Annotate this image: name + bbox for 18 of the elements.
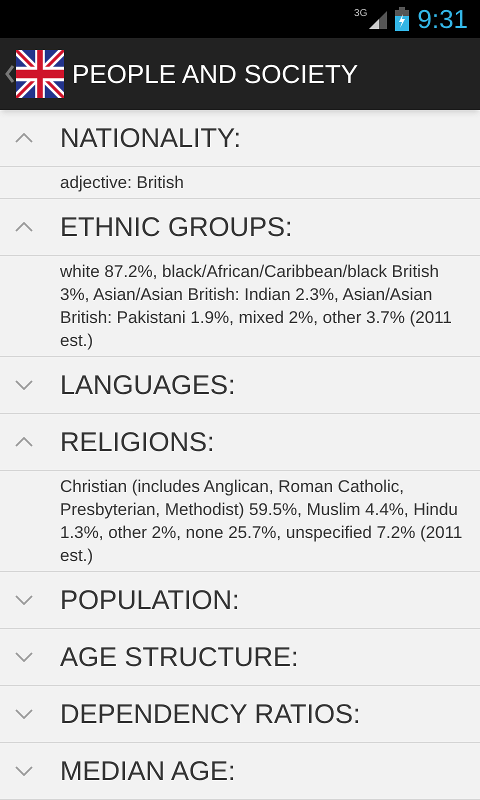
section-text: adjective: British	[60, 172, 185, 194]
screen-title: PEOPLE AND SOCIETY	[72, 58, 358, 90]
section-header[interactable]: RELIGIONS:	[0, 414, 480, 471]
signal-icon	[367, 9, 388, 29]
clock: 9:31	[417, 6, 468, 32]
flag-icon	[16, 50, 64, 98]
section-header[interactable]: AGE STRUCTURE:	[0, 629, 480, 686]
section-text: white 87.2%, black/African/Caribbean/black British 3%, Asian/Asian British: Indian 2.3%, Asian/Asian British: Pakistani 1.9%, mixed 2%, other 3.7% (2011 est.)	[60, 261, 453, 352]
network-label: 3G	[354, 9, 368, 19]
back-icon	[4, 64, 16, 84]
section-header[interactable]: NATIONALITY:	[0, 110, 480, 167]
section-header[interactable]: DEPENDENCY RATIOS:	[0, 686, 480, 743]
battery-icon	[395, 7, 410, 31]
section-header[interactable]: POPULATION:	[0, 572, 480, 629]
section-header[interactable]: LANGUAGES:	[0, 357, 480, 414]
section-header[interactable]: ETHNIC GROUPS:	[0, 199, 480, 256]
section-text: Christian (includes Anglican, Roman Catholic, Presbyterian, Methodist) 59.5%, Muslim 4.4%, Hindu 1.3%, other 2%, none 25.7%, unspecified 7.2% (2011 est.)	[60, 476, 464, 567]
section-header[interactable]: MEDIAN AGE:	[0, 743, 480, 800]
